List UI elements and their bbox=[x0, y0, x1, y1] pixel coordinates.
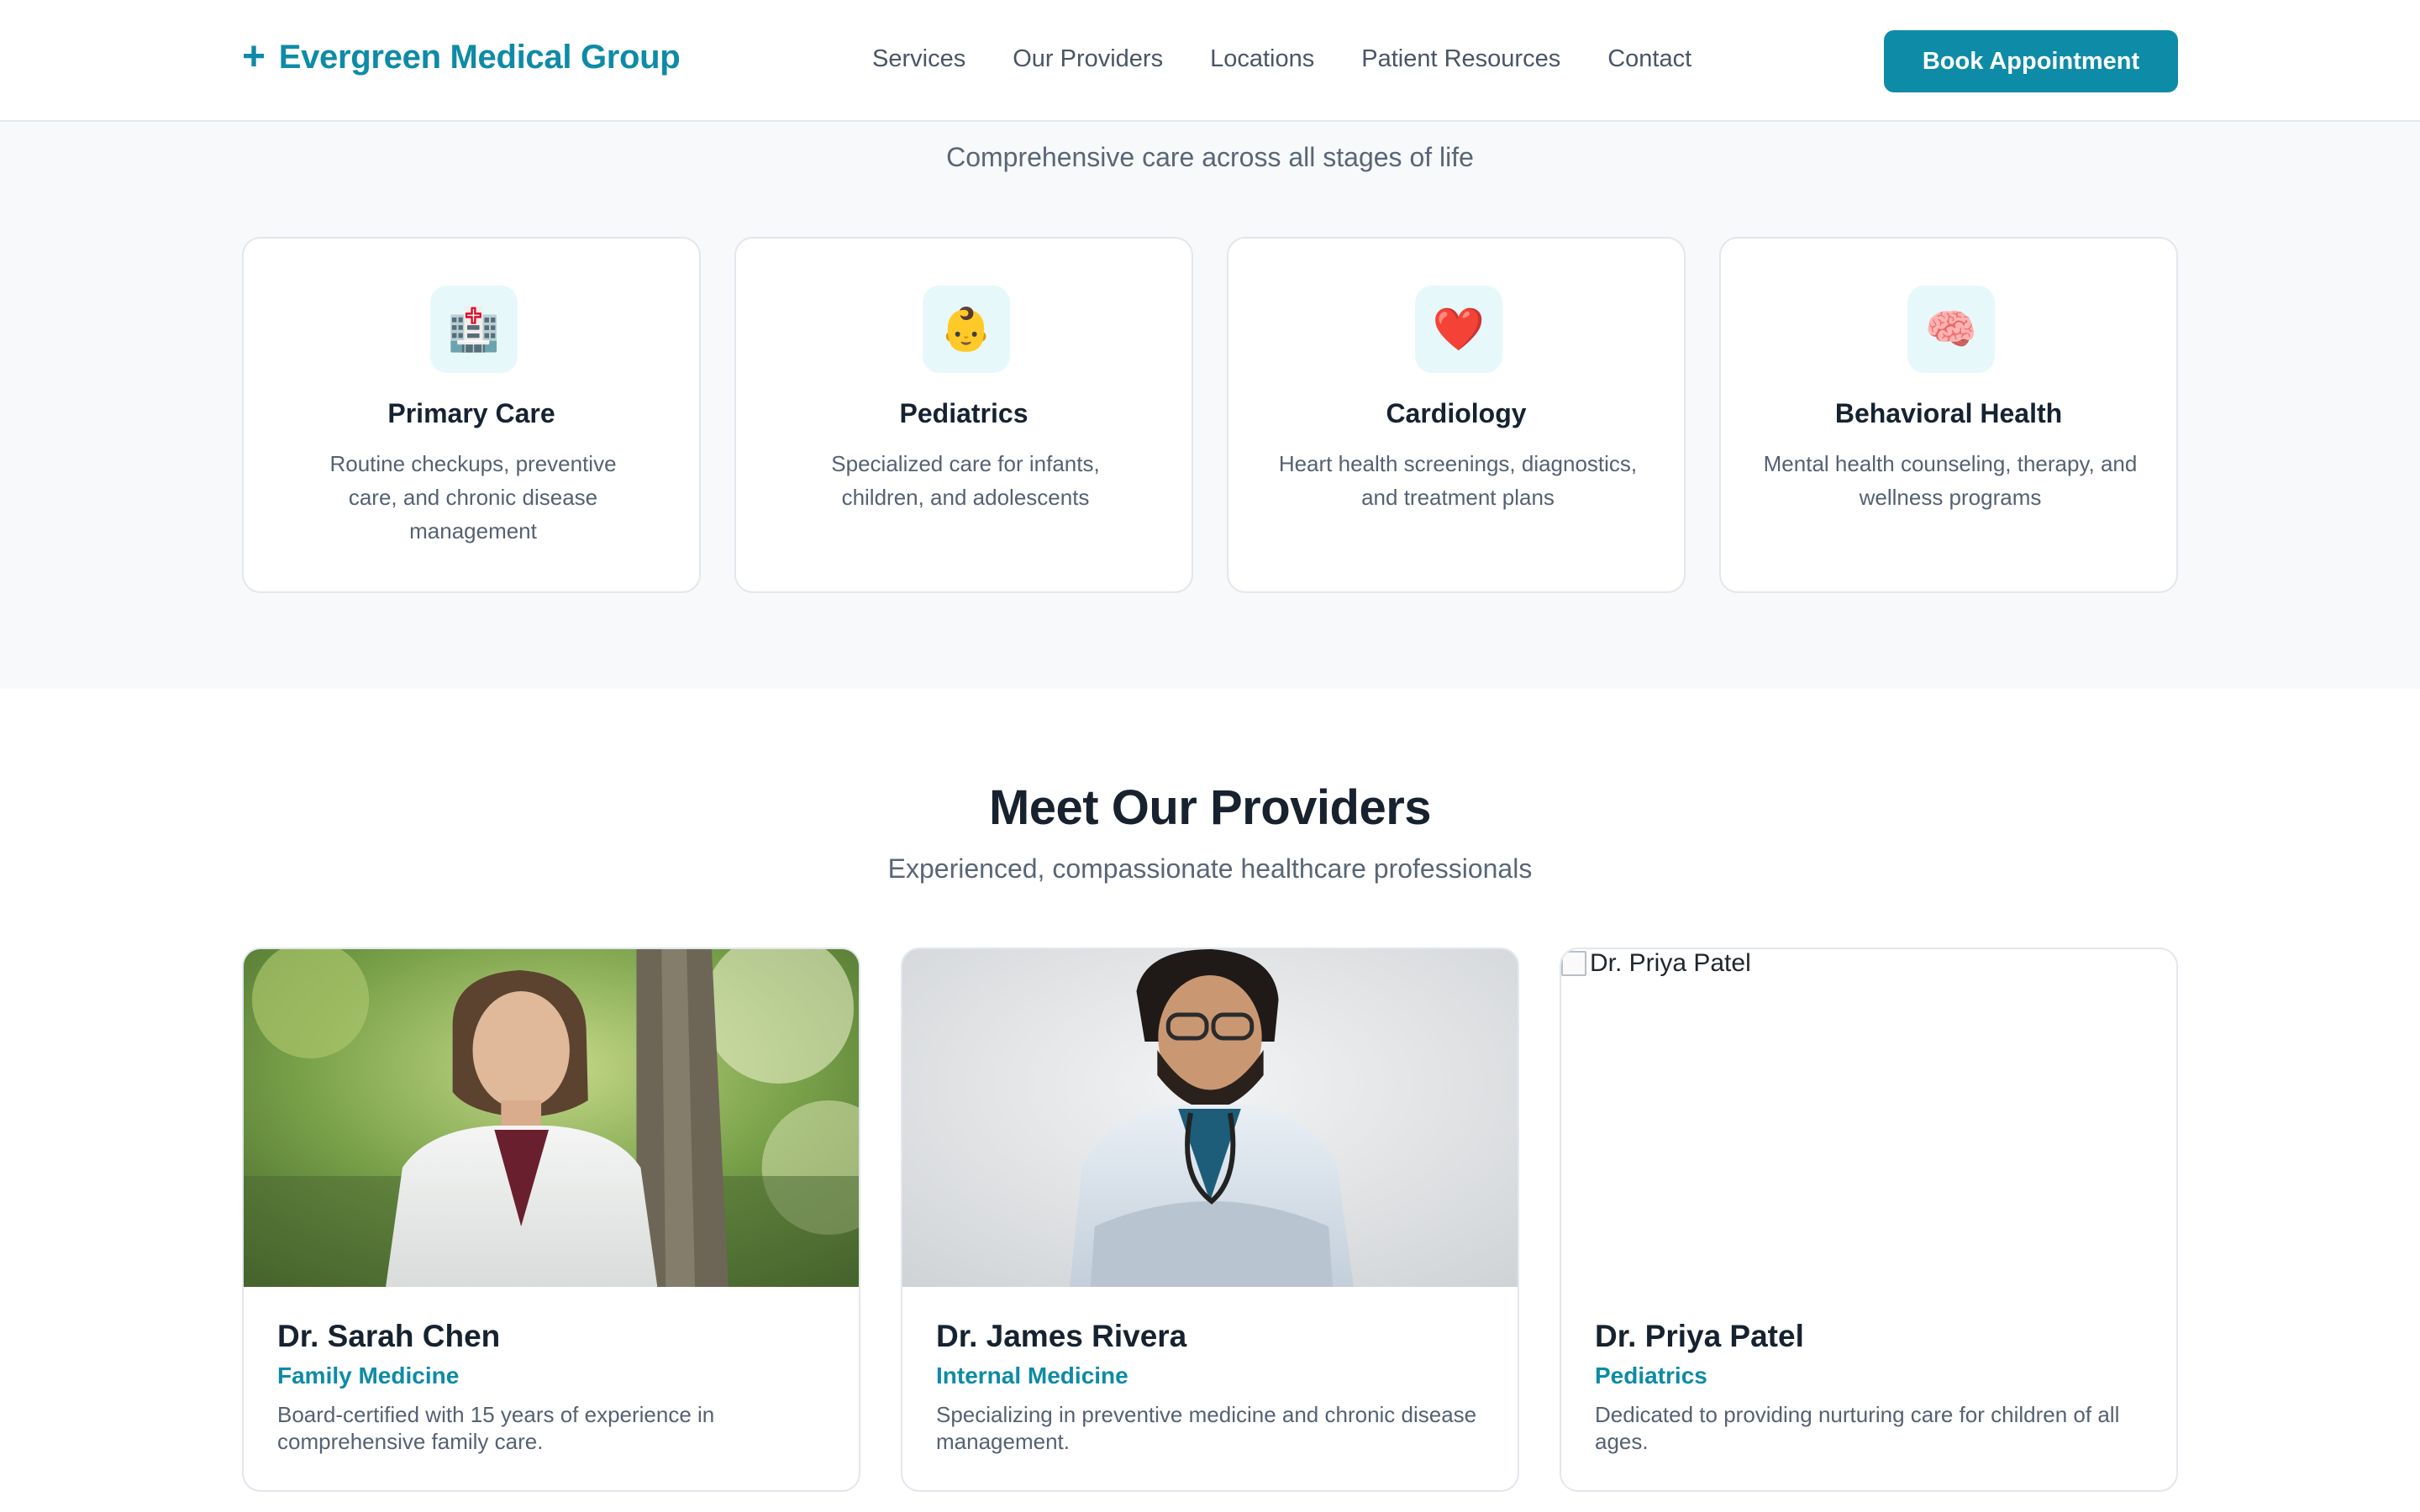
broken-image-icon: Dr. Priya Patel bbox=[1561, 949, 1751, 978]
service-title: Cardiology bbox=[1386, 398, 1527, 428]
provider-specialty: Family Medicine bbox=[277, 1362, 460, 1389]
heart-icon: ❤️ bbox=[1415, 286, 1502, 373]
service-card-behavioral-health[interactable]: 🧠 Behavioral Health Mental health counse… bbox=[1719, 237, 2178, 593]
provider-name: Dr. Priya Patel bbox=[1595, 1319, 1804, 1353]
provider-bio: Board-certified with 15 years of experie… bbox=[277, 1402, 715, 1454]
nav-link-contact[interactable]: Contact bbox=[1607, 45, 1691, 73]
service-title: Behavioral Health bbox=[1834, 398, 2063, 428]
provider-bio: Dedicated to providing nurturing care fo… bbox=[1595, 1402, 2120, 1454]
service-title: Pediatrics bbox=[899, 398, 1028, 428]
nav-link-locations[interactable]: Locations bbox=[1210, 45, 1314, 73]
hospital-icon: 🏥 bbox=[430, 286, 518, 373]
provider-name: Dr. Sarah Chen bbox=[277, 1319, 501, 1353]
providers-subtitle: Experienced, compassionate healthcare pr… bbox=[887, 853, 1533, 884]
site-header: + Evergreen Medical Group Services Our P… bbox=[0, 0, 2420, 122]
provider-card-sarah-chen[interactable]: Dr. Sarah Chen Family Medicine Board-cer… bbox=[242, 948, 860, 1492]
plus-icon: + bbox=[242, 34, 266, 79]
service-card-pediatrics[interactable]: 👶 Pediatrics Specialized care for infant… bbox=[734, 237, 1193, 593]
services-subtitle: Comprehensive care across all stages of … bbox=[946, 142, 1474, 172]
main-nav: Services Our Providers Locations Patient… bbox=[872, 45, 1691, 73]
brand-logo[interactable]: + Evergreen Medical Group bbox=[242, 34, 681, 79]
nav-link-patient-resources[interactable]: Patient Resources bbox=[1361, 45, 1560, 73]
provider-specialty: Pediatrics bbox=[1595, 1362, 1707, 1389]
provider-specialty: Internal Medicine bbox=[936, 1362, 1128, 1389]
service-description: Heart health screenings, diagnostics, an… bbox=[1278, 451, 1638, 510]
nav-link-services[interactable]: Services bbox=[872, 45, 965, 73]
nav-link-our-providers[interactable]: Our Providers bbox=[1013, 45, 1163, 73]
provider-card-james-rivera[interactable]: Dr. James Rivera Internal Medicine Speci… bbox=[901, 948, 1519, 1492]
provider-photo: Dr. Priya Patel bbox=[1561, 949, 2176, 1287]
brain-icon: 🧠 bbox=[1907, 286, 1995, 373]
provider-card-priya-patel[interactable]: Dr. Priya Patel Dr. Priya Patel Pediatri… bbox=[1560, 948, 2178, 1492]
broken-image-glyph bbox=[1561, 951, 1586, 976]
service-card-primary-care[interactable]: 🏥 Primary Care Routine checkups, prevent… bbox=[242, 237, 701, 593]
provider-name: Dr. James Rivera bbox=[936, 1319, 1187, 1353]
service-description: Mental health counseling, therapy, and w… bbox=[1763, 451, 2138, 510]
provider-bio: Specializing in preventive medicine and … bbox=[936, 1402, 1477, 1454]
providers-heading: Meet Our Providers bbox=[988, 780, 1432, 835]
brand-name: Evergreen Medical Group bbox=[278, 38, 681, 76]
baby-icon: 👶 bbox=[923, 286, 1010, 373]
service-description: Routine checkups, preventive care, and c… bbox=[329, 451, 617, 543]
services-section: Comprehensive care across all stages of … bbox=[0, 122, 2420, 689]
photo-alt-text: Dr. Priya Patel bbox=[1590, 949, 1751, 977]
book-appointment-button[interactable]: Book Appointment bbox=[1884, 30, 2178, 92]
service-card-cardiology[interactable]: ❤️ Cardiology Heart health screenings, d… bbox=[1227, 237, 1686, 593]
service-title: Primary Care bbox=[387, 398, 555, 428]
provider-photo bbox=[902, 949, 1518, 1287]
provider-photo bbox=[244, 949, 859, 1287]
service-description: Specialized care for infants, children, … bbox=[831, 451, 1100, 510]
